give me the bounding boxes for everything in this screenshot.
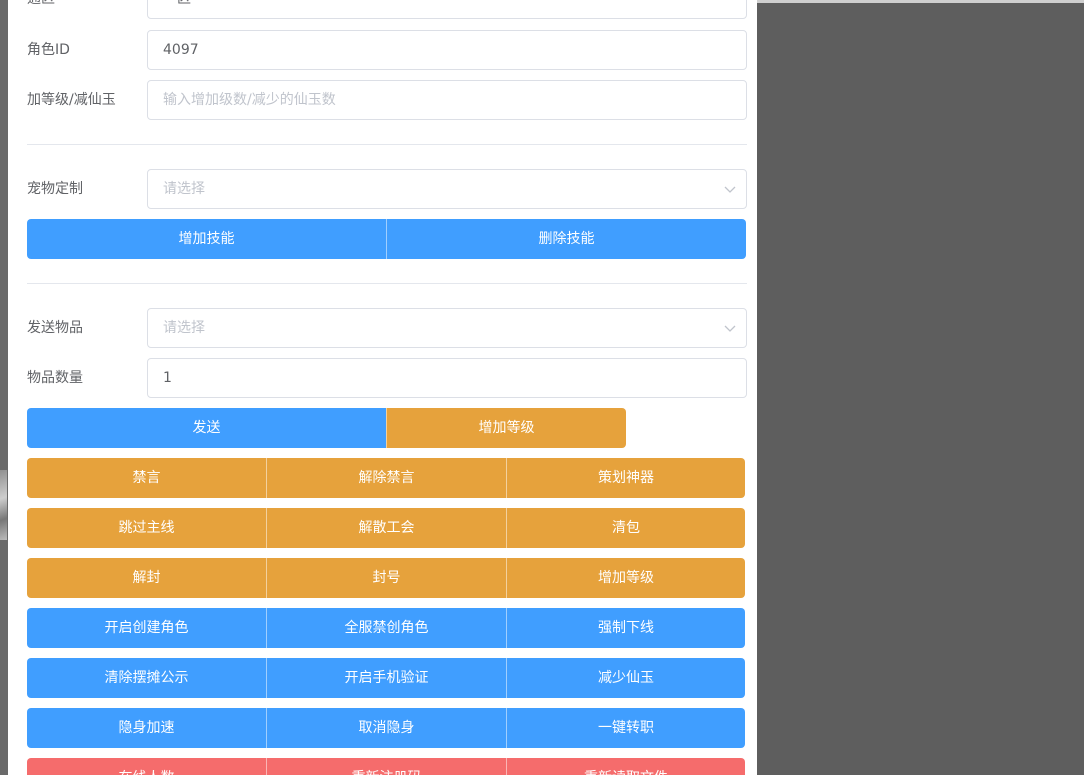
add-skill-button[interactable]: 增加技能 bbox=[27, 219, 386, 259]
level-input[interactable]: 输入增加级数/减少的仙玉数 bbox=[147, 80, 747, 120]
skill-button-group: 增加技能 删除技能 bbox=[27, 219, 746, 259]
action-button[interactable]: 全服禁创角色 bbox=[266, 608, 506, 648]
gm-tool-panel: 通区 一区 角色ID 4097 加等级/减仙玉 输入增加级数/减少的仙玉数 宠物… bbox=[8, 0, 757, 775]
action-button[interactable]: 隐身加速 bbox=[27, 708, 266, 748]
action-button[interactable]: 重新注册码 bbox=[266, 758, 506, 775]
server-value: 一区 bbox=[163, 0, 191, 18]
action-button-row: 清除摆摊公示 开启手机验证 减少仙玉 bbox=[27, 658, 745, 698]
action-button[interactable]: 策划神器 bbox=[506, 458, 745, 498]
server-label: 通区 bbox=[27, 0, 145, 19]
pet-row: 宠物定制 请选择 bbox=[27, 169, 747, 209]
role-id-label: 角色ID bbox=[27, 42, 70, 58]
send-item-label: 发送物品 bbox=[27, 320, 83, 336]
send-button-group: 发送 增加等级 bbox=[27, 408, 626, 448]
action-button-row: 禁言 解除禁言 策划神器 bbox=[27, 458, 745, 498]
role-id-row: 角色ID 4097 bbox=[27, 30, 747, 70]
pet-select[interactable]: 请选择 bbox=[147, 169, 747, 209]
level-row: 加等级/减仙玉 输入增加级数/减少的仙玉数 bbox=[27, 80, 747, 120]
action-button-row: 跳过主线 解散工会 清包 bbox=[27, 508, 745, 548]
item-qty-row: 物品数量 1 bbox=[27, 358, 747, 398]
level-placeholder: 输入增加级数/减少的仙玉数 bbox=[163, 92, 336, 108]
divider bbox=[27, 144, 747, 145]
background-decoration bbox=[0, 470, 7, 540]
action-button[interactable]: 减少仙玉 bbox=[506, 658, 745, 698]
action-button[interactable]: 增加等级 bbox=[506, 558, 745, 598]
server-row: 通区 一区 bbox=[27, 0, 747, 19]
action-button[interactable]: 跳过主线 bbox=[27, 508, 266, 548]
action-button[interactable]: 解封 bbox=[27, 558, 266, 598]
server-field[interactable]: 一区 bbox=[147, 0, 747, 19]
send-item-row: 发送物品 请选择 bbox=[27, 308, 747, 348]
action-button-row: 开启创建角色 全服禁创角色 强制下线 bbox=[27, 608, 745, 648]
send-item-select[interactable]: 请选择 bbox=[147, 308, 747, 348]
item-qty-input[interactable]: 1 bbox=[147, 358, 747, 398]
background-left-strip bbox=[0, 0, 8, 775]
send-button[interactable]: 发送 bbox=[27, 408, 386, 448]
divider bbox=[27, 283, 747, 284]
action-button[interactable]: 一键转职 bbox=[506, 708, 745, 748]
action-button[interactable]: 重新读取文件 bbox=[506, 758, 745, 775]
role-id-input[interactable]: 4097 bbox=[147, 30, 747, 70]
action-button-row: 隐身加速 取消隐身 一键转职 bbox=[27, 708, 745, 748]
role-id-value: 4097 bbox=[163, 42, 199, 58]
action-button[interactable]: 开启创建角色 bbox=[27, 608, 266, 648]
delete-skill-button[interactable]: 删除技能 bbox=[386, 219, 746, 259]
chevron-down-icon bbox=[724, 325, 736, 332]
action-button[interactable]: 禁言 bbox=[27, 458, 266, 498]
chevron-down-icon bbox=[724, 186, 736, 193]
pet-placeholder: 请选择 bbox=[163, 181, 205, 197]
action-button[interactable]: 清包 bbox=[506, 508, 745, 548]
item-qty-label: 物品数量 bbox=[27, 370, 83, 386]
action-button[interactable]: 解散工会 bbox=[266, 508, 506, 548]
send-item-placeholder: 请选择 bbox=[163, 320, 205, 336]
item-qty-value: 1 bbox=[163, 370, 172, 386]
action-button[interactable]: 封号 bbox=[266, 558, 506, 598]
action-button-row: 在线人数重新注册码重新读取文件 bbox=[27, 758, 745, 775]
pet-label: 宠物定制 bbox=[27, 181, 83, 197]
action-button[interactable]: 清除摆摊公示 bbox=[27, 658, 266, 698]
action-button-row: 解封 封号 增加等级 bbox=[27, 558, 745, 598]
action-button[interactable]: 开启手机验证 bbox=[266, 658, 506, 698]
level-label: 加等级/减仙玉 bbox=[27, 92, 116, 108]
action-button[interactable]: 强制下线 bbox=[506, 608, 745, 648]
action-button[interactable]: 取消隐身 bbox=[266, 708, 506, 748]
add-level-button[interactable]: 增加等级 bbox=[386, 408, 626, 448]
action-button[interactable]: 解除禁言 bbox=[266, 458, 506, 498]
action-button[interactable]: 在线人数 bbox=[27, 758, 266, 775]
